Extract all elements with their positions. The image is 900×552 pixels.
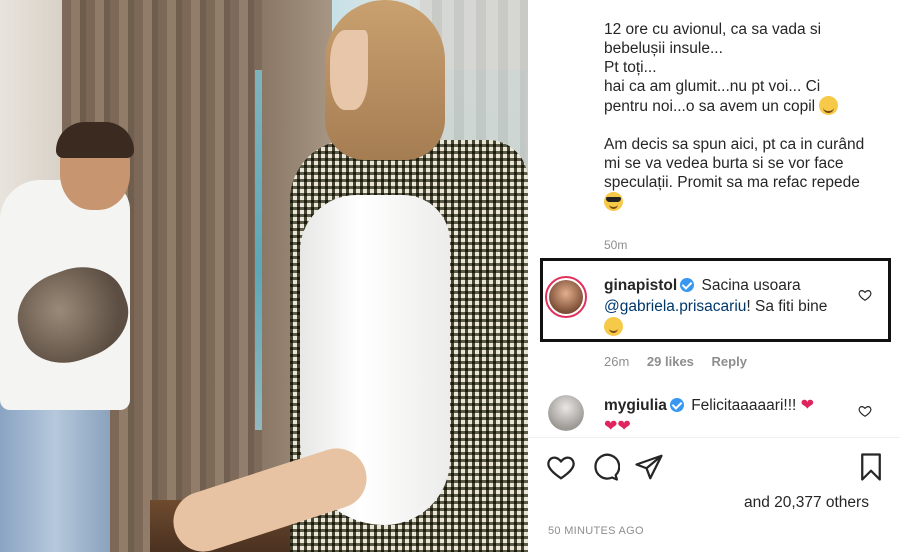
verified-badge-icon xyxy=(669,398,684,412)
comment-time: 26m xyxy=(604,354,630,369)
caption-line: pentru noi...o sa avem un copil xyxy=(604,98,816,115)
comment-mygiulia: mygiulia Felicitaaaaari!!! ❤ ❤❤ xyxy=(528,390,900,435)
caption-line: mi se va vedea burta si se vor face xyxy=(604,155,844,172)
sunglasses-emoji-icon xyxy=(604,192,623,211)
like-heart-icon[interactable] xyxy=(546,452,576,482)
post-photo[interactable] xyxy=(0,0,528,552)
avatar[interactable] xyxy=(548,395,584,431)
photo-woman-face xyxy=(330,30,368,110)
caption-line-with-emoji: pentru noi...o sa avem un copil xyxy=(604,96,894,116)
photo-man-hair xyxy=(56,122,134,158)
comment-username[interactable]: mygiulia xyxy=(604,397,667,414)
save-bookmark-icon[interactable] xyxy=(856,452,886,482)
hugging-face-emoji-icon xyxy=(819,96,839,115)
comment-body: mygiulia Felicitaaaaari!!! ❤ ❤❤ xyxy=(604,395,844,437)
caption-line: Pt toți... xyxy=(604,59,657,76)
comment-like-heart-icon[interactable] xyxy=(858,404,872,418)
post-action-bar xyxy=(546,452,886,482)
comment-bubble-icon[interactable] xyxy=(590,452,620,482)
caption-line: speculații. Promit sa ma refac repede xyxy=(604,174,860,191)
photo-man-jeans xyxy=(0,390,110,552)
post-timestamp[interactable]: 50 MINUTES AGO xyxy=(548,525,644,537)
red-heart-emoji-icon: ❤ xyxy=(617,418,631,435)
red-heart-emoji-icon: ❤ xyxy=(604,418,618,435)
caption-line: 12 ore cu avionul, ca sa vada si xyxy=(604,21,822,38)
caption-line: Am decis sa spun aici, pt ca in curând xyxy=(604,136,865,153)
comment-text: Felicitaaaaari!!! xyxy=(691,397,797,414)
share-paper-plane-icon[interactable] xyxy=(634,452,664,482)
caption-line: hai ca am glumit...nu pt voi... Ci xyxy=(604,78,821,95)
caption-emoji-line xyxy=(604,192,894,212)
caption-timestamp: 50m xyxy=(604,238,628,252)
red-heart-emoji-icon: ❤ xyxy=(800,397,815,414)
likes-count[interactable]: and 20,377 others xyxy=(744,494,869,512)
post-caption: 12 ore cu avionul, ca sa vada si bebeluș… xyxy=(604,20,894,212)
caption-line: bebelușii insule... xyxy=(604,40,723,57)
comment-reply-button[interactable]: Reply xyxy=(712,354,747,369)
comment-likes[interactable]: 29 likes xyxy=(647,354,694,369)
actions-divider xyxy=(528,437,900,438)
comment-highlight-box xyxy=(540,258,891,342)
comment-meta: 26m 29 likes Reply xyxy=(604,354,761,369)
